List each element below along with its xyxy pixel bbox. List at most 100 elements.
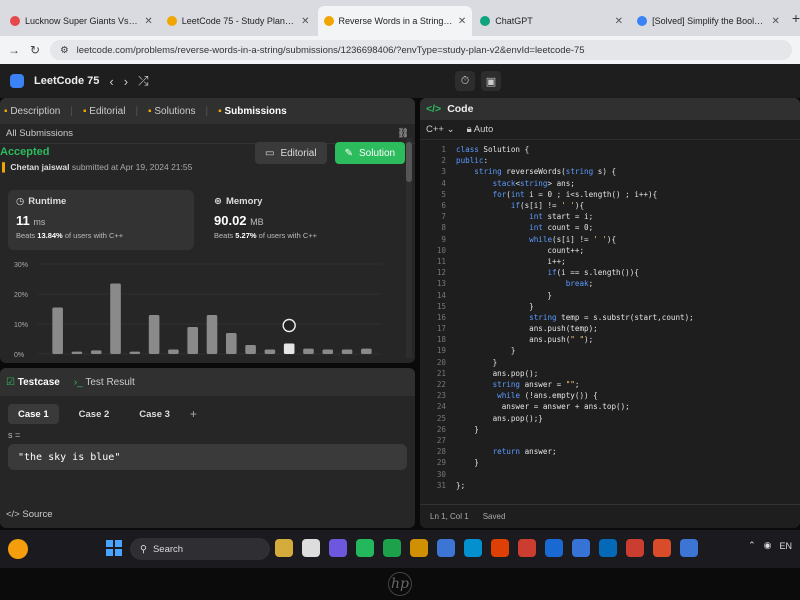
code-editor[interactable]: 1 class Solution {2 public: 3 string revers… xyxy=(420,144,800,491)
tab-description[interactable]: ▪ Description xyxy=(4,106,60,117)
code-line[interactable]: 23 while (!ans.empty()) { xyxy=(420,390,800,401)
reload-icon[interactable]: ↻ xyxy=(30,43,40,57)
code-line[interactable]: 15 } xyxy=(420,301,800,312)
code-line[interactable]: 13 break; xyxy=(420,278,800,289)
case-button[interactable]: Case 2 xyxy=(69,404,120,424)
left-panel-scrollbar[interactable] xyxy=(406,138,412,358)
weather-icon[interactable] xyxy=(8,539,28,559)
browser-tab[interactable]: [Solved] Simplify the Boolean ✕ xyxy=(631,6,786,36)
tab-test-result[interactable]: ›_ Test Result xyxy=(74,377,135,388)
new-tab-button[interactable]: + xyxy=(792,10,800,26)
chart-bar[interactable] xyxy=(322,349,334,355)
tab-testcase[interactable]: ☑ Testcase xyxy=(6,377,60,388)
file-icon[interactable] xyxy=(302,539,320,557)
code-line[interactable]: 20 } xyxy=(420,357,800,368)
memory-card[interactable]: ⊛ Memory 90.02 MB Beats 5.27% of users wi… xyxy=(206,190,392,250)
close-tab-icon[interactable]: ✕ xyxy=(458,16,466,27)
url-bar[interactable]: ⚙ leetcode.com/problems/reverse-words-in… xyxy=(50,40,792,60)
code-line[interactable]: 9 while(s[i] != ' '){ xyxy=(420,234,800,245)
store-icon[interactable] xyxy=(464,539,482,557)
chart-bar[interactable] xyxy=(303,348,314,354)
code-line[interactable]: 25 ans.pop();} xyxy=(420,413,800,424)
spotify-icon[interactable] xyxy=(383,539,401,557)
tab-editorial[interactable]: ▪ Editorial xyxy=(83,106,125,117)
code-line[interactable]: 19 } xyxy=(420,345,800,356)
timer-icon[interactable]: ⏱ xyxy=(455,71,475,91)
code-line[interactable]: 18 ans.push(" "); xyxy=(420,334,800,345)
start-button-icon[interactable] xyxy=(106,540,122,556)
code-line[interactable]: 17 ans.push(temp); xyxy=(420,323,800,334)
auto-mode[interactable]: 🔒︎ Auto xyxy=(467,124,494,135)
solution-button[interactable]: ✎ Solution xyxy=(334,142,406,164)
edge-icon[interactable] xyxy=(437,539,455,557)
code-line[interactable]: 12 if(i == s.length()){ xyxy=(420,267,800,278)
telegram-icon[interactable] xyxy=(572,539,590,557)
browser-tab[interactable]: ChatGPT ✕ xyxy=(474,6,629,36)
language-select[interactable]: C++ ⌄ xyxy=(426,124,455,135)
chart-bar[interactable] xyxy=(245,345,256,354)
folder-icon[interactable] xyxy=(410,539,428,557)
chevron-up-icon[interactable]: ⌃ xyxy=(748,540,756,551)
leetcode-logo-icon[interactable] xyxy=(10,74,24,88)
notes-icon[interactable]: ▣ xyxy=(481,71,501,91)
code-line[interactable]: 1 class Solution { xyxy=(420,144,800,155)
close-tab-icon[interactable]: ✕ xyxy=(144,16,152,27)
chart-bar[interactable] xyxy=(148,315,160,354)
language-indicator[interactable]: EN xyxy=(779,541,792,551)
prev-problem-icon[interactable]: ‹ xyxy=(109,74,113,89)
chrome-alt-icon[interactable] xyxy=(680,539,698,557)
close-tab-icon[interactable]: ✕ xyxy=(771,16,779,27)
code-line[interactable]: 7 int start = i; xyxy=(420,211,800,222)
discord-icon[interactable] xyxy=(329,539,347,557)
browser-tab[interactable]: Lucknow Super Giants Vs Chen ✕ xyxy=(4,6,159,36)
runtime-card[interactable]: ◷ Runtime 11 ms Beats 13.84% of users wit… xyxy=(8,190,194,250)
code-line[interactable]: 30 xyxy=(420,468,800,479)
add-case-button[interactable]: + xyxy=(190,407,197,421)
chart-bar[interactable] xyxy=(264,349,276,355)
chart-bar[interactable] xyxy=(206,315,218,354)
code-line[interactable]: 29 } xyxy=(420,457,800,468)
code-line[interactable]: 3 string reverseWords(string s) { xyxy=(420,166,800,177)
code-line[interactable]: 2 public: xyxy=(420,155,800,166)
editorial-button[interactable]: ▭ Editorial xyxy=(255,142,327,164)
taskbar-search[interactable]: ⚲ Search xyxy=(130,538,270,560)
code-line[interactable]: 31}; xyxy=(420,480,800,491)
submitter-name[interactable]: Chetan jaiswal xyxy=(10,162,69,172)
code-line[interactable]: 4 stack<string> ans; xyxy=(420,178,800,189)
brave-icon[interactable] xyxy=(653,539,671,557)
chart-bar[interactable] xyxy=(52,307,63,355)
code-line[interactable]: 27 xyxy=(420,435,800,446)
chart-bar-current[interactable] xyxy=(283,343,295,355)
site-info-icon[interactable]: ⚙ xyxy=(60,45,69,56)
case-button[interactable]: Case 1 xyxy=(8,404,59,424)
all-submissions-link[interactable]: All Submissions xyxy=(6,128,73,139)
back-arrow-icon[interactable]: → xyxy=(8,43,20,57)
code-line[interactable]: 10 count++; xyxy=(420,245,800,256)
code-line[interactable]: 21 ans.pop(); xyxy=(420,368,800,379)
close-tab-icon[interactable]: ✕ xyxy=(615,16,623,27)
code-line[interactable]: 8 int count = 0; xyxy=(420,222,800,233)
chart-bar[interactable] xyxy=(168,349,179,355)
chrome-icon[interactable] xyxy=(491,539,509,557)
browser-tab[interactable]: Reverse Words in a String - Lee ✕ xyxy=(317,6,473,36)
opera-icon[interactable] xyxy=(626,539,644,557)
case-button[interactable]: Case 3 xyxy=(129,404,180,424)
chart-bar[interactable] xyxy=(341,349,353,355)
problem-list-title[interactable]: LeetCode 75 xyxy=(34,75,99,87)
code-line[interactable]: 26 } xyxy=(420,424,800,435)
whatsapp-icon[interactable] xyxy=(356,539,374,557)
browser-tab[interactable]: LeetCode 75 - Study Plan - Lee ✕ xyxy=(161,6,316,36)
chart-bar[interactable] xyxy=(225,333,237,354)
close-tab-icon[interactable]: ✕ xyxy=(301,16,309,27)
code-line[interactable]: 5 for(int i = 0 ; i<s.length() ; i++){ xyxy=(420,189,800,200)
chart-bar[interactable] xyxy=(110,283,121,355)
chart-bar[interactable] xyxy=(90,350,102,354)
emoji-app-icon[interactable] xyxy=(275,539,293,557)
network-icon[interactable]: ◉ xyxy=(764,540,772,551)
chart-bar[interactable] xyxy=(129,351,141,354)
chart-bar[interactable] xyxy=(361,348,372,354)
code-line[interactable]: 28 return answer; xyxy=(420,446,800,457)
code-line[interactable]: 16 string temp = s.substr(start,count); xyxy=(420,312,800,323)
next-problem-icon[interactable]: › xyxy=(124,74,128,89)
tab-submissions[interactable]: ▪ Submissions xyxy=(218,106,287,117)
